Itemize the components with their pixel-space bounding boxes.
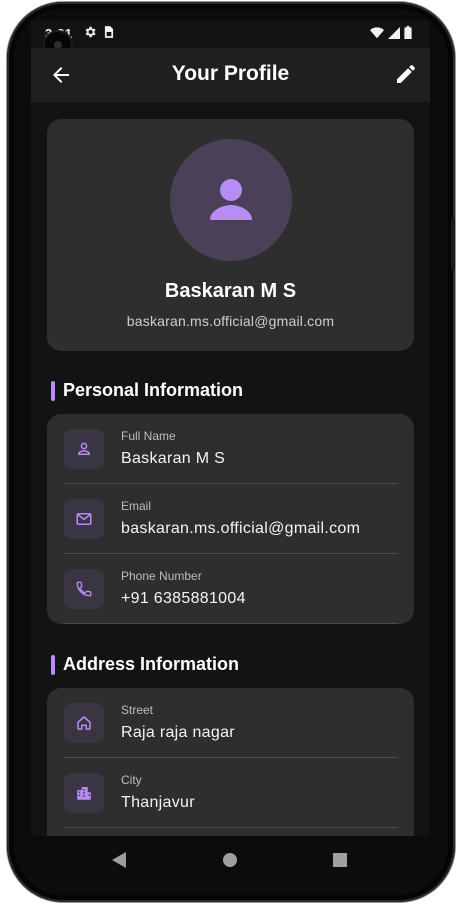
list-item-full-name: Full Name Baskaran M S	[47, 414, 414, 484]
phone-icon	[76, 581, 92, 597]
field-label: Full Name	[121, 429, 176, 443]
phone-side-button	[451, 218, 455, 270]
system-navigation-bar	[31, 836, 430, 884]
battery-icon	[404, 26, 412, 39]
profile-card: Baskaran M S baskaran.ms.official@gmail.…	[47, 119, 414, 351]
list-item-email: Email baskaran.ms.official@gmail.com	[47, 484, 414, 554]
nav-home-button[interactable]	[223, 853, 237, 867]
wifi-icon	[370, 26, 384, 38]
address-information-card: Street Raja raja nagar City Thanjavur	[47, 688, 414, 836]
nav-recents-button[interactable]	[333, 853, 347, 867]
field-label: Street	[121, 703, 154, 717]
list-item-street: Street Raja raja nagar	[47, 688, 414, 758]
field-label: Phone Number	[121, 569, 202, 583]
field-value: baskaran.ms.official@gmail.com	[121, 520, 361, 537]
list-item-city: City Thanjavur	[47, 758, 414, 828]
city-icon	[77, 787, 91, 800]
sim-card-icon	[104, 26, 114, 38]
nav-back-icon[interactable]	[112, 852, 126, 868]
field-value: +91 6385881004	[121, 590, 246, 607]
person-icon	[210, 179, 252, 220]
divider	[64, 827, 398, 828]
app-bar: Your Profile	[31, 48, 430, 102]
settings-icon	[85, 26, 96, 38]
field-value: Baskaran M S	[121, 450, 226, 467]
address-information-heading: Address Information	[51, 654, 239, 675]
signal-icon	[388, 26, 400, 39]
person-icon	[77, 442, 91, 455]
field-value: Thanjavur	[121, 794, 195, 811]
edit-pencil-icon[interactable]	[394, 62, 418, 86]
field-value: Raja raja nagar	[121, 724, 235, 741]
scroll-content[interactable]: Baskaran M S baskaran.ms.official@gmail.…	[31, 102, 430, 836]
divider	[64, 623, 398, 624]
profile-email: baskaran.ms.official@gmail.com	[126, 313, 335, 329]
mail-icon	[76, 513, 92, 525]
avatar	[170, 139, 292, 261]
app-screen: 3:21 Your Profile Baskar	[31, 20, 430, 836]
home-icon	[77, 716, 91, 730]
page-title: Your Profile	[171, 62, 290, 85]
status-bar: 3:21	[31, 20, 430, 48]
field-label: Email	[121, 499, 152, 513]
list-item-phone: Phone Number +91 6385881004	[47, 554, 414, 624]
profile-name: Baskaran M S	[164, 280, 297, 302]
personal-information-card: Full Name Baskaran M S Email baskaran.ms…	[47, 414, 414, 624]
personal-information-heading: Personal Information	[51, 380, 243, 401]
field-label: City	[121, 773, 142, 787]
